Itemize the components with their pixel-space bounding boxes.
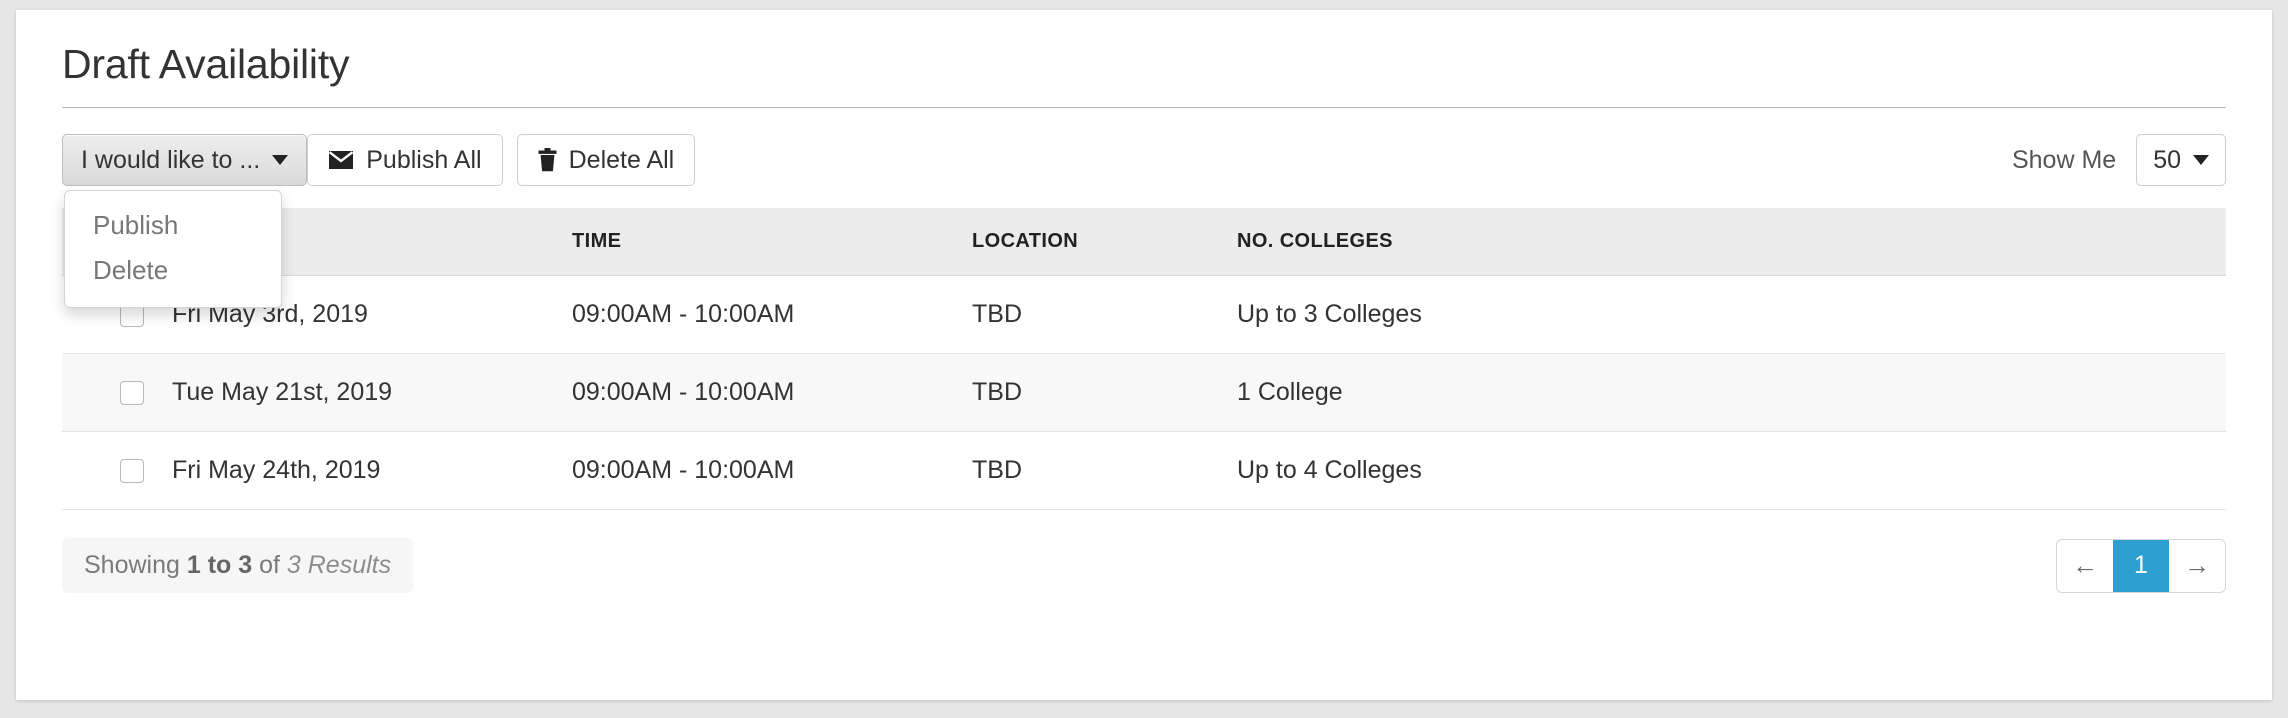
bulk-action-dropdown-menu: Publish Delete	[64, 190, 282, 308]
row-date: Fri May 24th, 2019	[172, 431, 572, 510]
dropdown-item-publish[interactable]: Publish	[65, 203, 281, 248]
trash-icon	[538, 148, 557, 172]
row-location: TBD	[972, 275, 1237, 354]
delete-all-label: Delete All	[568, 145, 675, 174]
row-time: 09:00AM - 10:00AM	[572, 431, 972, 510]
table-header-row: TIME LOCATION NO. COLLEGES	[62, 208, 2226, 276]
table-row[interactable]: Fri May 24th, 2019 09:00AM - 10:00AM TBD…	[62, 431, 2226, 510]
caret-down-icon	[2193, 155, 2209, 165]
row-colleges: Up to 3 Colleges	[1237, 275, 2226, 354]
row-colleges: 1 College	[1237, 353, 2226, 432]
column-header-time[interactable]: TIME	[572, 208, 972, 276]
table-row[interactable]: Fri May 3rd, 2019 09:00AM - 10:00AM TBD …	[62, 275, 2226, 354]
page-root: Draft Availability I would like to ... P…	[0, 0, 2288, 718]
availability-table: TIME LOCATION NO. COLLEGES Fri May 3rd, …	[62, 208, 2226, 510]
row-time: 09:00AM - 10:00AM	[572, 275, 972, 354]
bulk-action-dropdown-button[interactable]: I would like to ...	[62, 134, 308, 186]
table-header: TIME LOCATION NO. COLLEGES	[62, 208, 2226, 276]
column-header-location[interactable]: LOCATION	[972, 208, 1237, 276]
showing-total: 3 Results	[286, 551, 392, 579]
table-footer: Showing 1 to 3 of 3 Results ← 1 →	[62, 538, 2226, 603]
row-location: TBD	[972, 431, 1237, 510]
arrow-left-icon[interactable]: ←	[2057, 539, 2113, 592]
bulk-action-dropdown-label: I would like to ...	[81, 145, 261, 174]
showing-prefix: Showing	[84, 551, 187, 579]
publish-all-label: Publish All	[366, 145, 482, 174]
caret-down-icon	[272, 155, 289, 165]
table-row[interactable]: Tue May 21st, 2019 09:00AM - 10:00AM TBD…	[62, 353, 2226, 432]
showing-results-text: Showing 1 to 3 of 3 Results	[62, 538, 414, 593]
pagination-page-1[interactable]: 1	[2113, 539, 2169, 592]
row-date: Tue May 21st, 2019	[172, 353, 572, 432]
table-body: Fri May 3rd, 2019 09:00AM - 10:00AM TBD …	[62, 275, 2226, 510]
page-title: Draft Availability	[62, 41, 350, 87]
row-time: 09:00AM - 10:00AM	[572, 353, 972, 432]
per-page-dropdown-button[interactable]: 50	[2136, 134, 2226, 186]
dropdown-item-delete[interactable]: Delete	[65, 248, 281, 293]
row-colleges: Up to 4 Colleges	[1237, 431, 2226, 510]
showing-range: 1 to 3	[186, 551, 253, 579]
row-location: TBD	[972, 353, 1237, 432]
row-checkbox[interactable]	[120, 459, 144, 484]
draft-availability-card: Draft Availability I would like to ... P…	[16, 10, 2272, 700]
row-select-cell	[62, 431, 172, 510]
publish-all-button[interactable]: Publish All	[307, 134, 503, 186]
delete-all-button[interactable]: Delete All	[516, 134, 696, 186]
bulk-action-dropdown-wrap: I would like to ... Publish Delete	[62, 134, 308, 308]
show-me-label: Show Me	[2011, 145, 2117, 174]
row-select-cell	[62, 353, 172, 432]
arrow-right-icon[interactable]: →	[2169, 539, 2225, 592]
row-checkbox[interactable]	[120, 381, 144, 406]
pagination: ← 1 →	[2056, 538, 2226, 593]
toolbar: I would like to ... Publish Delete Publi…	[62, 134, 2226, 308]
envelope-icon	[328, 150, 354, 170]
showing-mid: of	[252, 551, 287, 579]
toolbar-right-group: Show Me 50	[2012, 134, 2226, 186]
column-header-no-colleges[interactable]: NO. COLLEGES	[1237, 208, 2226, 276]
card-content: Draft Availability I would like to ... P…	[16, 10, 2272, 603]
per-page-value: 50	[2153, 145, 2181, 174]
title-divider	[62, 107, 2226, 108]
